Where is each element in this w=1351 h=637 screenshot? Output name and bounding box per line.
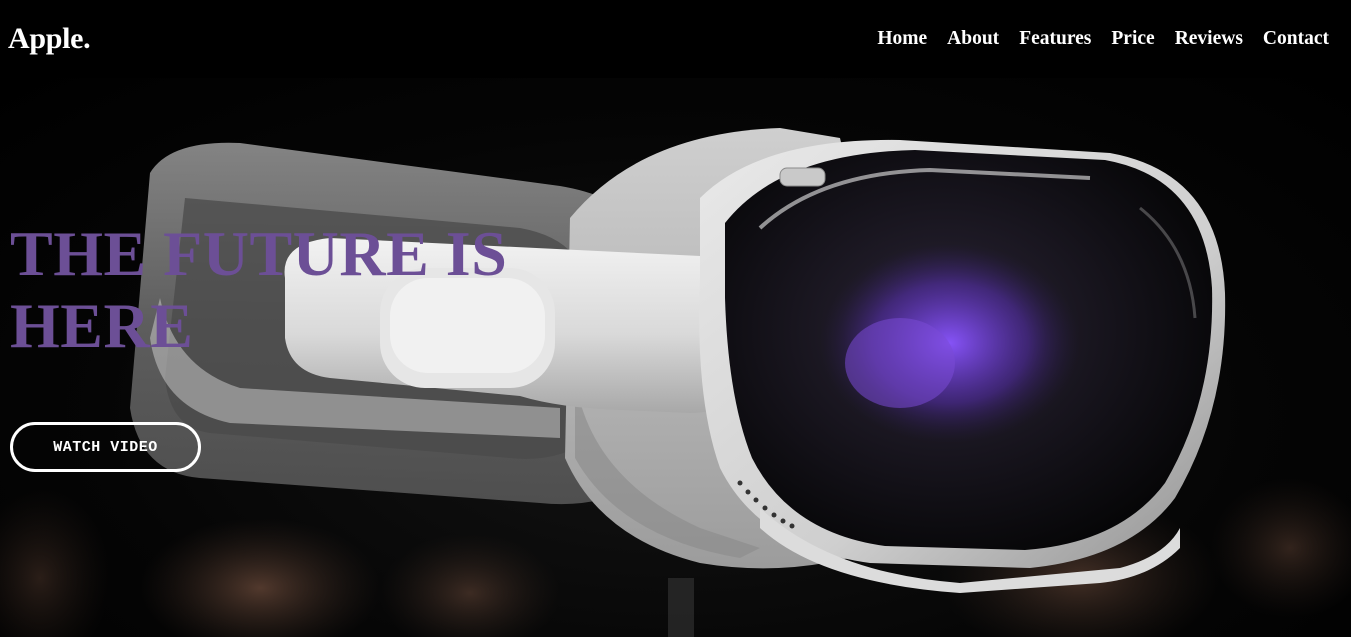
nav-link-about[interactable]: About xyxy=(947,28,999,50)
nav-link-price[interactable]: Price xyxy=(1111,28,1154,50)
nav-link-reviews[interactable]: Reviews xyxy=(1175,28,1243,50)
watch-video-button[interactable]: WATCH VIDEO xyxy=(10,422,201,472)
top-navbar: Apple. Home About Features Price Reviews… xyxy=(0,0,1351,78)
hero-section: THE FUTURE IS HERE WATCH VIDEO xyxy=(0,78,1351,637)
nav-link-contact[interactable]: Contact xyxy=(1263,28,1329,50)
nav-link-home[interactable]: Home xyxy=(877,28,927,50)
nav-menu: Home About Features Price Reviews Contac… xyxy=(877,28,1329,50)
brand-logo[interactable]: Apple. xyxy=(8,22,91,56)
hero-title: THE FUTURE IS HERE xyxy=(10,218,508,361)
nav-link-features[interactable]: Features xyxy=(1019,28,1091,50)
